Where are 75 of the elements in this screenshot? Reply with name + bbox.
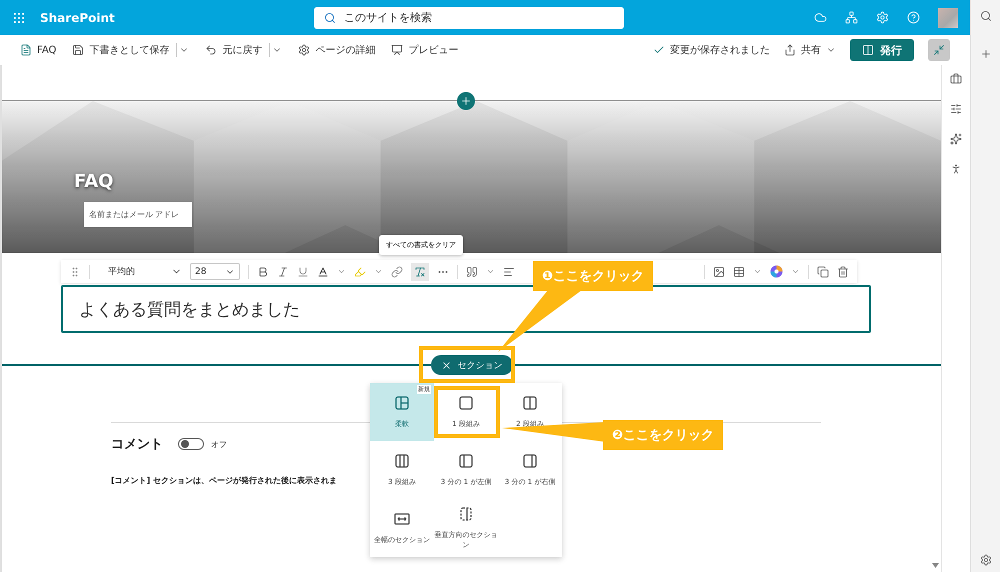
collapse-button[interactable] [928, 39, 950, 61]
image-icon[interactable] [713, 266, 725, 278]
chevron-down-icon[interactable] [791, 267, 800, 276]
copy-icon[interactable] [817, 266, 829, 278]
layout-icon [458, 506, 474, 522]
search-field[interactable]: このサイトを検索 [314, 6, 624, 28]
text-box[interactable]: よくある質問をまとめました [61, 285, 871, 333]
callout: ❶ここをクリック [533, 261, 654, 291]
clear-format-button[interactable] [411, 262, 429, 280]
command-button[interactable]: 元に戻す [205, 43, 282, 57]
highlight-frame [434, 386, 500, 438]
align-icon[interactable] [503, 266, 515, 278]
share-icon [784, 44, 796, 56]
plus-icon[interactable] [980, 48, 992, 60]
undo-icon [205, 44, 218, 56]
font-size-dropdown[interactable]: 28 [190, 263, 240, 280]
search-icon [324, 12, 336, 24]
sparkle-icon[interactable] [950, 133, 962, 145]
chevron-down-icon[interactable] [374, 267, 383, 276]
link-icon[interactable] [391, 266, 403, 278]
sliders-icon[interactable] [950, 103, 962, 115]
share-network-icon[interactable] [845, 11, 858, 24]
app-name: SharePoint [40, 10, 116, 24]
layout-icon [394, 453, 410, 469]
minimize-icon [933, 44, 945, 56]
section-button[interactable]: セクション [430, 355, 512, 375]
scroll-arrow-icon[interactable] [932, 563, 939, 568]
search-placeholder: このサイトを検索 [344, 10, 432, 25]
style-dropdown[interactable]: 平均的 [108, 265, 182, 278]
layout-icon [522, 453, 538, 469]
search-icon[interactable] [980, 10, 992, 22]
bold-icon[interactable] [257, 266, 269, 278]
layout-icon [458, 395, 474, 411]
page-title: FAQ [74, 171, 114, 192]
app-launcher-icon[interactable] [12, 10, 26, 24]
plus-icon [460, 95, 472, 107]
settings-icon[interactable] [980, 554, 992, 566]
publish-button[interactable]: 発行 [850, 39, 914, 61]
comments-note: [コメント] セクションは、ページが発行された後に表示されま [111, 475, 338, 486]
font-color-icon[interactable] [317, 266, 329, 278]
command-button[interactable]: ページの詳細 [298, 43, 376, 57]
author-field[interactable]: 名前またはメール アドレ [84, 202, 192, 227]
comments-title: コメント [111, 436, 163, 453]
save-status: 変更が保存されました [653, 43, 770, 57]
preview-icon [391, 44, 404, 56]
chevron-down-icon[interactable] [753, 267, 762, 276]
briefcase-icon[interactable] [950, 73, 962, 85]
table-icon[interactable] [733, 266, 745, 278]
toggle-label: オフ [211, 438, 227, 450]
help-icon[interactable] [907, 11, 920, 24]
accessibility-icon[interactable] [950, 163, 962, 175]
close-icon [440, 360, 452, 370]
comments-toggle[interactable] [178, 438, 204, 450]
layout-icon [522, 395, 538, 411]
quote-icon[interactable] [466, 266, 478, 278]
layout-icon [394, 395, 410, 411]
add-section-button[interactable] [457, 92, 475, 110]
page-icon [20, 44, 32, 56]
underline-icon[interactable] [297, 266, 309, 278]
command-button[interactable]: プレビュー [391, 43, 458, 57]
chevron-down-icon[interactable] [337, 267, 346, 276]
clear-format-icon [414, 266, 426, 278]
callout: ❷ここをクリック [603, 420, 724, 450]
save-icon [72, 44, 84, 56]
command-button[interactable]: 下書きとして保存 [72, 43, 190, 57]
layout-icon [394, 511, 410, 527]
check-icon [653, 44, 665, 56]
settings-icon [298, 44, 310, 56]
panel-icon [862, 44, 874, 56]
layout-icon [458, 453, 474, 469]
share-button[interactable]: 共有 [784, 43, 836, 57]
command-button[interactable]: FAQ [20, 44, 56, 56]
italic-icon[interactable] [277, 266, 289, 278]
trash-icon[interactable] [837, 266, 849, 278]
chevron-down-icon[interactable] [486, 267, 495, 276]
